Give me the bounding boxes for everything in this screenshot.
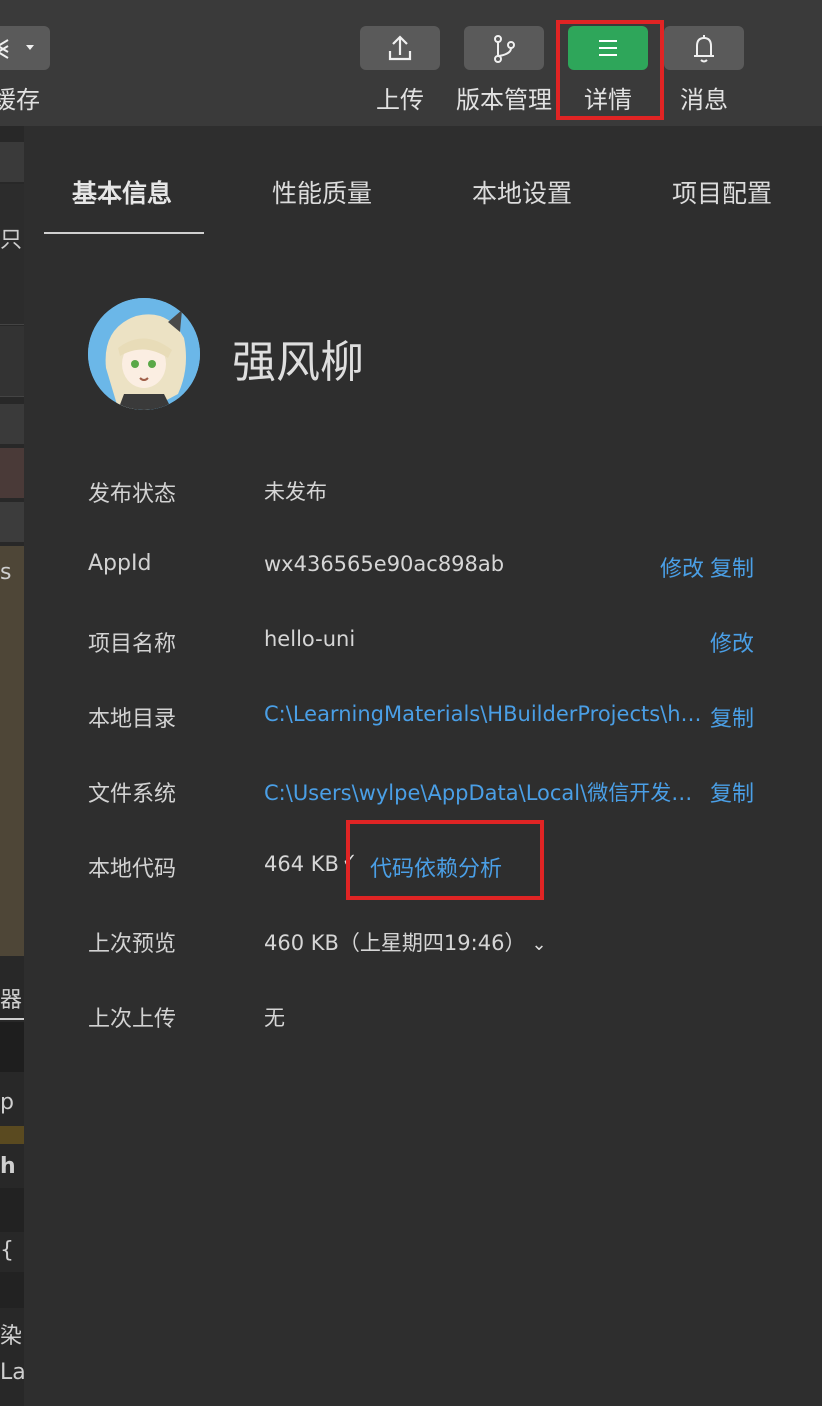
top-toolbar: 缓存 上传 版本管理 详情 消息	[0, 0, 822, 126]
appid-copy-link[interactable]: 复制	[710, 551, 754, 583]
avatar	[88, 298, 200, 410]
file-system-copy-link[interactable]: 复制	[710, 776, 754, 808]
last-upload-value: 无	[264, 1006, 285, 1030]
version-label: 版本管理	[456, 86, 552, 114]
project-name-value: hello-uni	[264, 627, 356, 651]
local-dir-path-link[interactable]: C:\LearningMaterials\HBuilderProjects\he…	[264, 702, 704, 726]
upload-button[interactable]	[360, 26, 440, 70]
branch-icon	[494, 35, 515, 63]
last-upload-label: 上次上传	[88, 1007, 177, 1032]
appid-edit-link[interactable]: 修改	[660, 551, 704, 583]
publish-status-label: 发布状态	[88, 482, 177, 507]
editor-strip: 只 s 器 p h { 染 La	[0, 126, 24, 1406]
chevron-down-icon[interactable]: ⌄	[531, 934, 546, 955]
strip-row	[0, 142, 24, 182]
strip-text: p	[0, 1090, 14, 1115]
strip-row	[0, 184, 24, 325]
project-name-edit-link[interactable]: 修改	[710, 626, 754, 658]
tab-performance[interactable]: 性能质量	[272, 174, 372, 210]
strip-row	[0, 1022, 24, 1072]
strip-preview	[0, 546, 24, 956]
avatar-image	[88, 298, 200, 410]
strip-text: 染	[0, 1324, 23, 1349]
profile-name: 强风柳	[232, 337, 364, 388]
file-system-label: 文件系统	[88, 782, 177, 807]
cache-label: 缓存	[0, 86, 40, 114]
last-preview-row: 460 KB（上星期四19:46） ⌄	[264, 927, 547, 957]
appid-label: AppId	[88, 551, 152, 576]
strip-text: s	[0, 560, 12, 585]
strip-row	[0, 1126, 24, 1144]
local-dir-label: 本地目录	[88, 707, 177, 732]
upload-label: 上传	[376, 86, 424, 114]
strip-text: 只	[0, 228, 23, 253]
strip-text: 器	[0, 988, 23, 1013]
strip-row	[0, 326, 24, 397]
local-code-value: 464 KB	[264, 852, 339, 876]
dependency-analysis-highlight-box	[346, 820, 544, 900]
file-system-path-link[interactable]: C:\Users\wylpe\AppData\Local\微信开发者...	[264, 777, 704, 807]
upload-icon	[388, 35, 412, 61]
tab-project-config[interactable]: 项目配置	[672, 174, 772, 210]
publish-status-value: 未发布	[264, 480, 327, 504]
details-highlight-box	[556, 20, 664, 120]
strip-row	[0, 1272, 24, 1308]
strip-row	[0, 502, 24, 542]
local-code-label: 本地代码	[88, 857, 177, 882]
tab-local-settings[interactable]: 本地设置	[472, 174, 572, 210]
strip-row	[0, 448, 24, 498]
strip-row	[0, 1188, 24, 1232]
version-button[interactable]	[464, 26, 544, 70]
active-tab-underline	[44, 232, 204, 234]
appid-value: wx436565e90ac898ab	[264, 552, 505, 576]
bell-icon	[694, 35, 714, 63]
strip-text: La	[0, 1360, 24, 1385]
last-preview-label: 上次预览	[88, 932, 177, 957]
strip-text: h	[0, 1154, 16, 1179]
last-preview-value: 460 KB（上星期四19:46）	[264, 931, 526, 955]
strip-divider	[0, 1018, 24, 1020]
details-panel: 基本信息 性能质量 本地设置 项目配置 强风柳 发布状态 未发布 AppId w…	[24, 126, 822, 1406]
strip-row	[0, 404, 24, 444]
messages-label: 消息	[680, 86, 728, 114]
layers-icon	[0, 39, 34, 59]
messages-button[interactable]	[664, 26, 744, 70]
cache-button[interactable]	[0, 26, 50, 70]
project-name-label: 项目名称	[88, 632, 177, 657]
tab-basic-info[interactable]: 基本信息	[72, 174, 172, 210]
local-dir-copy-link[interactable]: 复制	[710, 701, 754, 733]
strip-text: {	[0, 1238, 14, 1263]
